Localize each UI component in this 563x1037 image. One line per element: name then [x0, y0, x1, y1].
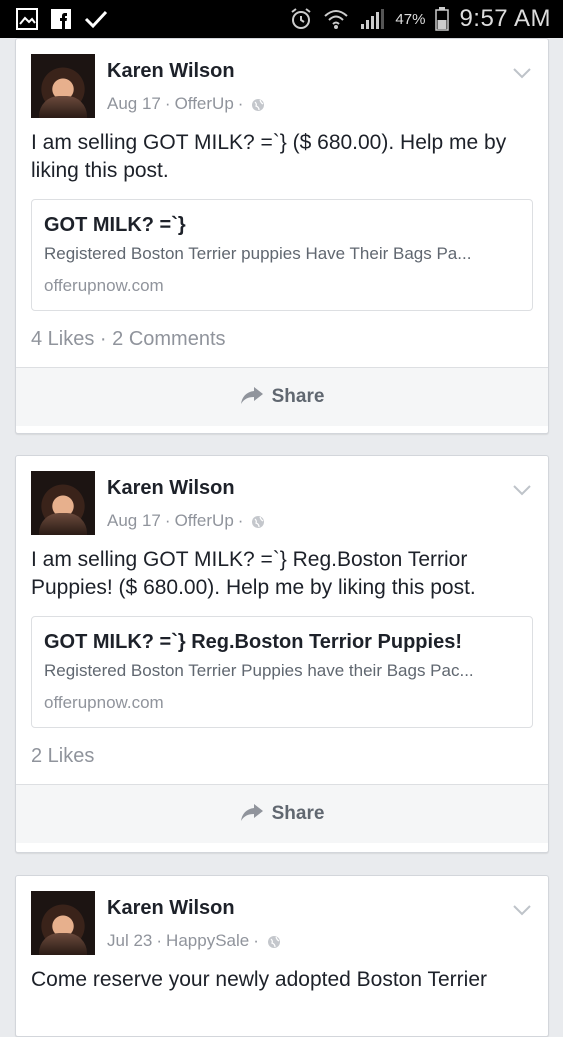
status-bar-left [0, 8, 108, 30]
share-button[interactable]: Share [16, 784, 548, 843]
post-date[interactable]: Aug 17 [107, 94, 161, 114]
link-domain: offerupnow.com [44, 693, 164, 712]
wifi-icon [323, 8, 349, 30]
meta-separator: · [164, 94, 171, 113]
post-header: Karen Wilson Jul 23 · HappySale · [16, 876, 548, 966]
post-header: Karen Wilson Aug 17 · OfferUp · [16, 456, 548, 546]
share-label: Share [271, 386, 325, 407]
gallery-icon [16, 8, 38, 30]
post-card: Karen Wilson Jul 23 · HappySale · Come r… [15, 875, 549, 1037]
post-meta: Aug 17 · OfferUp · [107, 94, 265, 114]
globe-icon [267, 934, 281, 948]
battery-icon [435, 7, 450, 31]
author-name[interactable]: Karen Wilson [107, 897, 235, 920]
link-description: Registered Boston Terrier Puppies have t… [44, 661, 474, 680]
signal-icon [359, 8, 385, 30]
chevron-down-icon[interactable] [512, 63, 532, 83]
post-date[interactable]: Aug 17 [107, 511, 161, 531]
post-text: Come reserve your newly adopted Boston T… [31, 968, 488, 991]
post-date[interactable]: Jul 23 [107, 931, 152, 951]
post-text: I am selling GOT MILK? =`} Reg.Boston Te… [31, 548, 476, 599]
meta-separator: · [237, 511, 244, 530]
post-app[interactable]: OfferUp [175, 94, 234, 114]
post-stats[interactable]: 4 Likes · 2 Comments [31, 311, 533, 367]
meta-separator: · [237, 94, 244, 113]
globe-icon [251, 514, 265, 528]
status-bar: 47% 9:57 AM [0, 0, 563, 38]
post-card: Karen Wilson Aug 17 · OfferUp · I am sel… [15, 38, 549, 434]
globe-icon [251, 97, 265, 111]
avatar[interactable] [31, 54, 95, 118]
alarm-icon [289, 7, 313, 31]
post-stats[interactable]: 2 Likes [31, 728, 533, 784]
status-bar-right: 47% 9:57 AM [289, 5, 563, 33]
share-label: Share [271, 803, 325, 824]
post-app[interactable]: HappySale [166, 931, 249, 951]
post-meta: Jul 23 · HappySale · [107, 931, 281, 951]
avatar[interactable] [31, 891, 95, 955]
link-domain: offerupnow.com [44, 276, 164, 295]
link-title: GOT MILK? =`} [44, 214, 186, 236]
post-meta: Aug 17 · OfferUp · [107, 511, 265, 531]
post-text: I am selling GOT MILK? =`} ($ 680.00). H… [31, 131, 507, 182]
link-preview[interactable]: GOT MILK? =`} Registered Boston Terrier … [31, 199, 533, 311]
post-card: Karen Wilson Aug 17 · OfferUp · I am sel… [15, 455, 549, 853]
meta-separator: · [156, 931, 163, 950]
chevron-down-icon[interactable] [512, 900, 532, 920]
link-preview[interactable]: GOT MILK? =`} Reg.Boston Terrior Puppies… [31, 616, 533, 728]
chevron-down-icon[interactable] [512, 480, 532, 500]
status-time: 9:57 AM [459, 5, 551, 32]
post-header: Karen Wilson Aug 17 · OfferUp · [16, 39, 548, 129]
avatar[interactable] [31, 471, 95, 535]
link-description: Registered Boston Terrier puppies Have T… [44, 244, 472, 263]
facebook-icon [50, 8, 72, 30]
author-name[interactable]: Karen Wilson [107, 60, 235, 83]
meta-separator: · [164, 511, 171, 530]
share-icon [240, 802, 264, 827]
link-title: GOT MILK? =`} Reg.Boston Terrior Puppies… [44, 631, 462, 653]
share-button[interactable]: Share [16, 367, 548, 426]
share-icon [240, 385, 264, 410]
check-icon [84, 8, 108, 30]
post-app[interactable]: OfferUp [175, 511, 234, 531]
author-name[interactable]: Karen Wilson [107, 477, 235, 500]
battery-percent: 47% [395, 10, 426, 28]
meta-separator: · [253, 931, 259, 950]
